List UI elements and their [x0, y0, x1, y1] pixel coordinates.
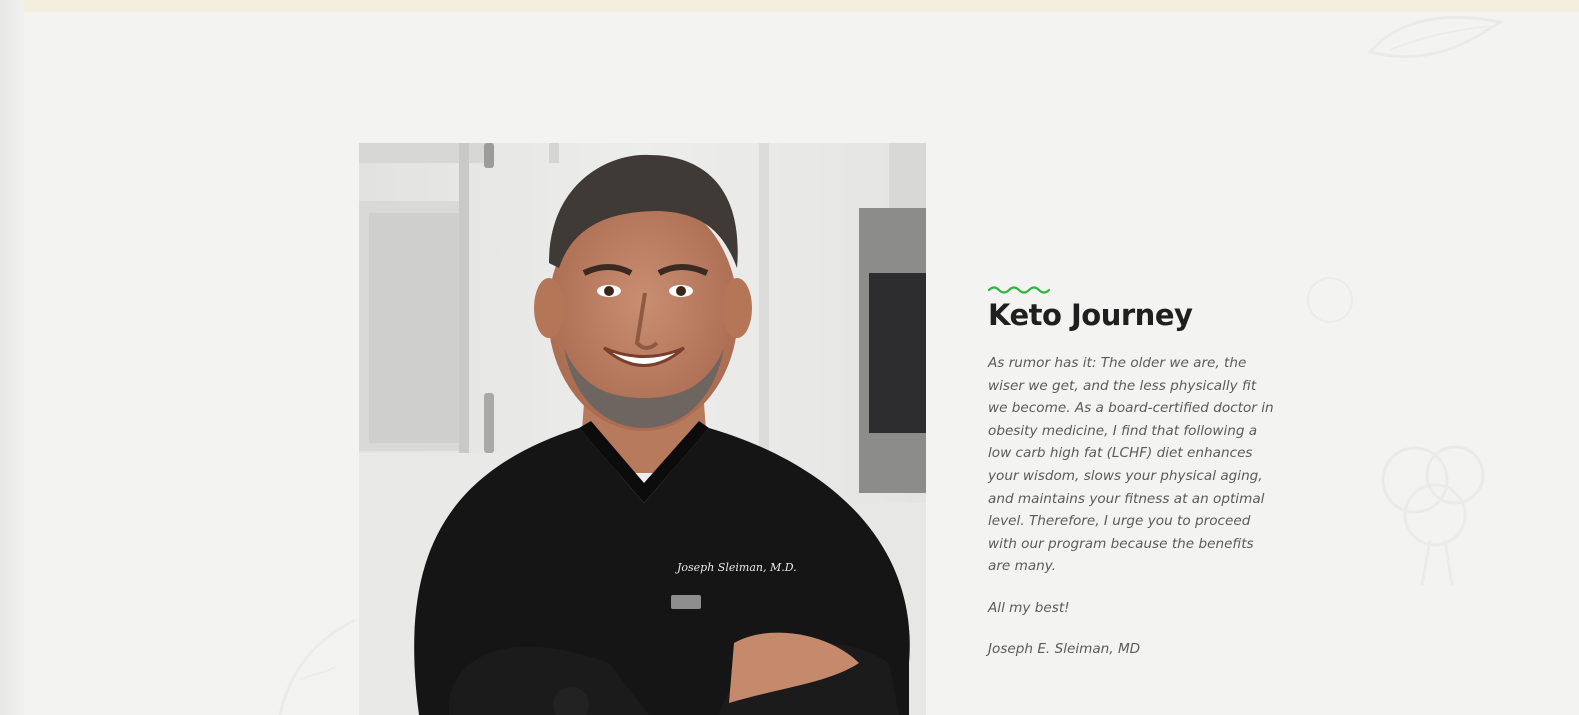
wave-icon: [988, 286, 1051, 294]
intro-paragraph: As rumor has it: The older we are, the w…: [988, 355, 1274, 575]
decorative-sprig-icon: [278, 618, 356, 715]
page-left-edge: [0, 0, 24, 715]
decorative-broccoli-icon: [1381, 445, 1485, 586]
decorative-leaf-icon: [1367, 15, 1504, 59]
decorative-herb-icon: [1307, 277, 1353, 323]
top-banner-strip: [24, 0, 1579, 12]
signoff-text: All my best!: [988, 599, 1070, 616]
doctor-portrait-photo: Joseph Sleiman, M.D.: [359, 143, 926, 715]
scrubs-embroidery: Joseph Sleiman, M.D.: [675, 561, 797, 574]
keto-journey-section: Keto Journey As rumor has it: The older …: [988, 284, 1288, 660]
section-heading: Keto Journey: [988, 298, 1193, 332]
author-signature: Joseph E. Sleiman, MD: [988, 640, 1141, 657]
